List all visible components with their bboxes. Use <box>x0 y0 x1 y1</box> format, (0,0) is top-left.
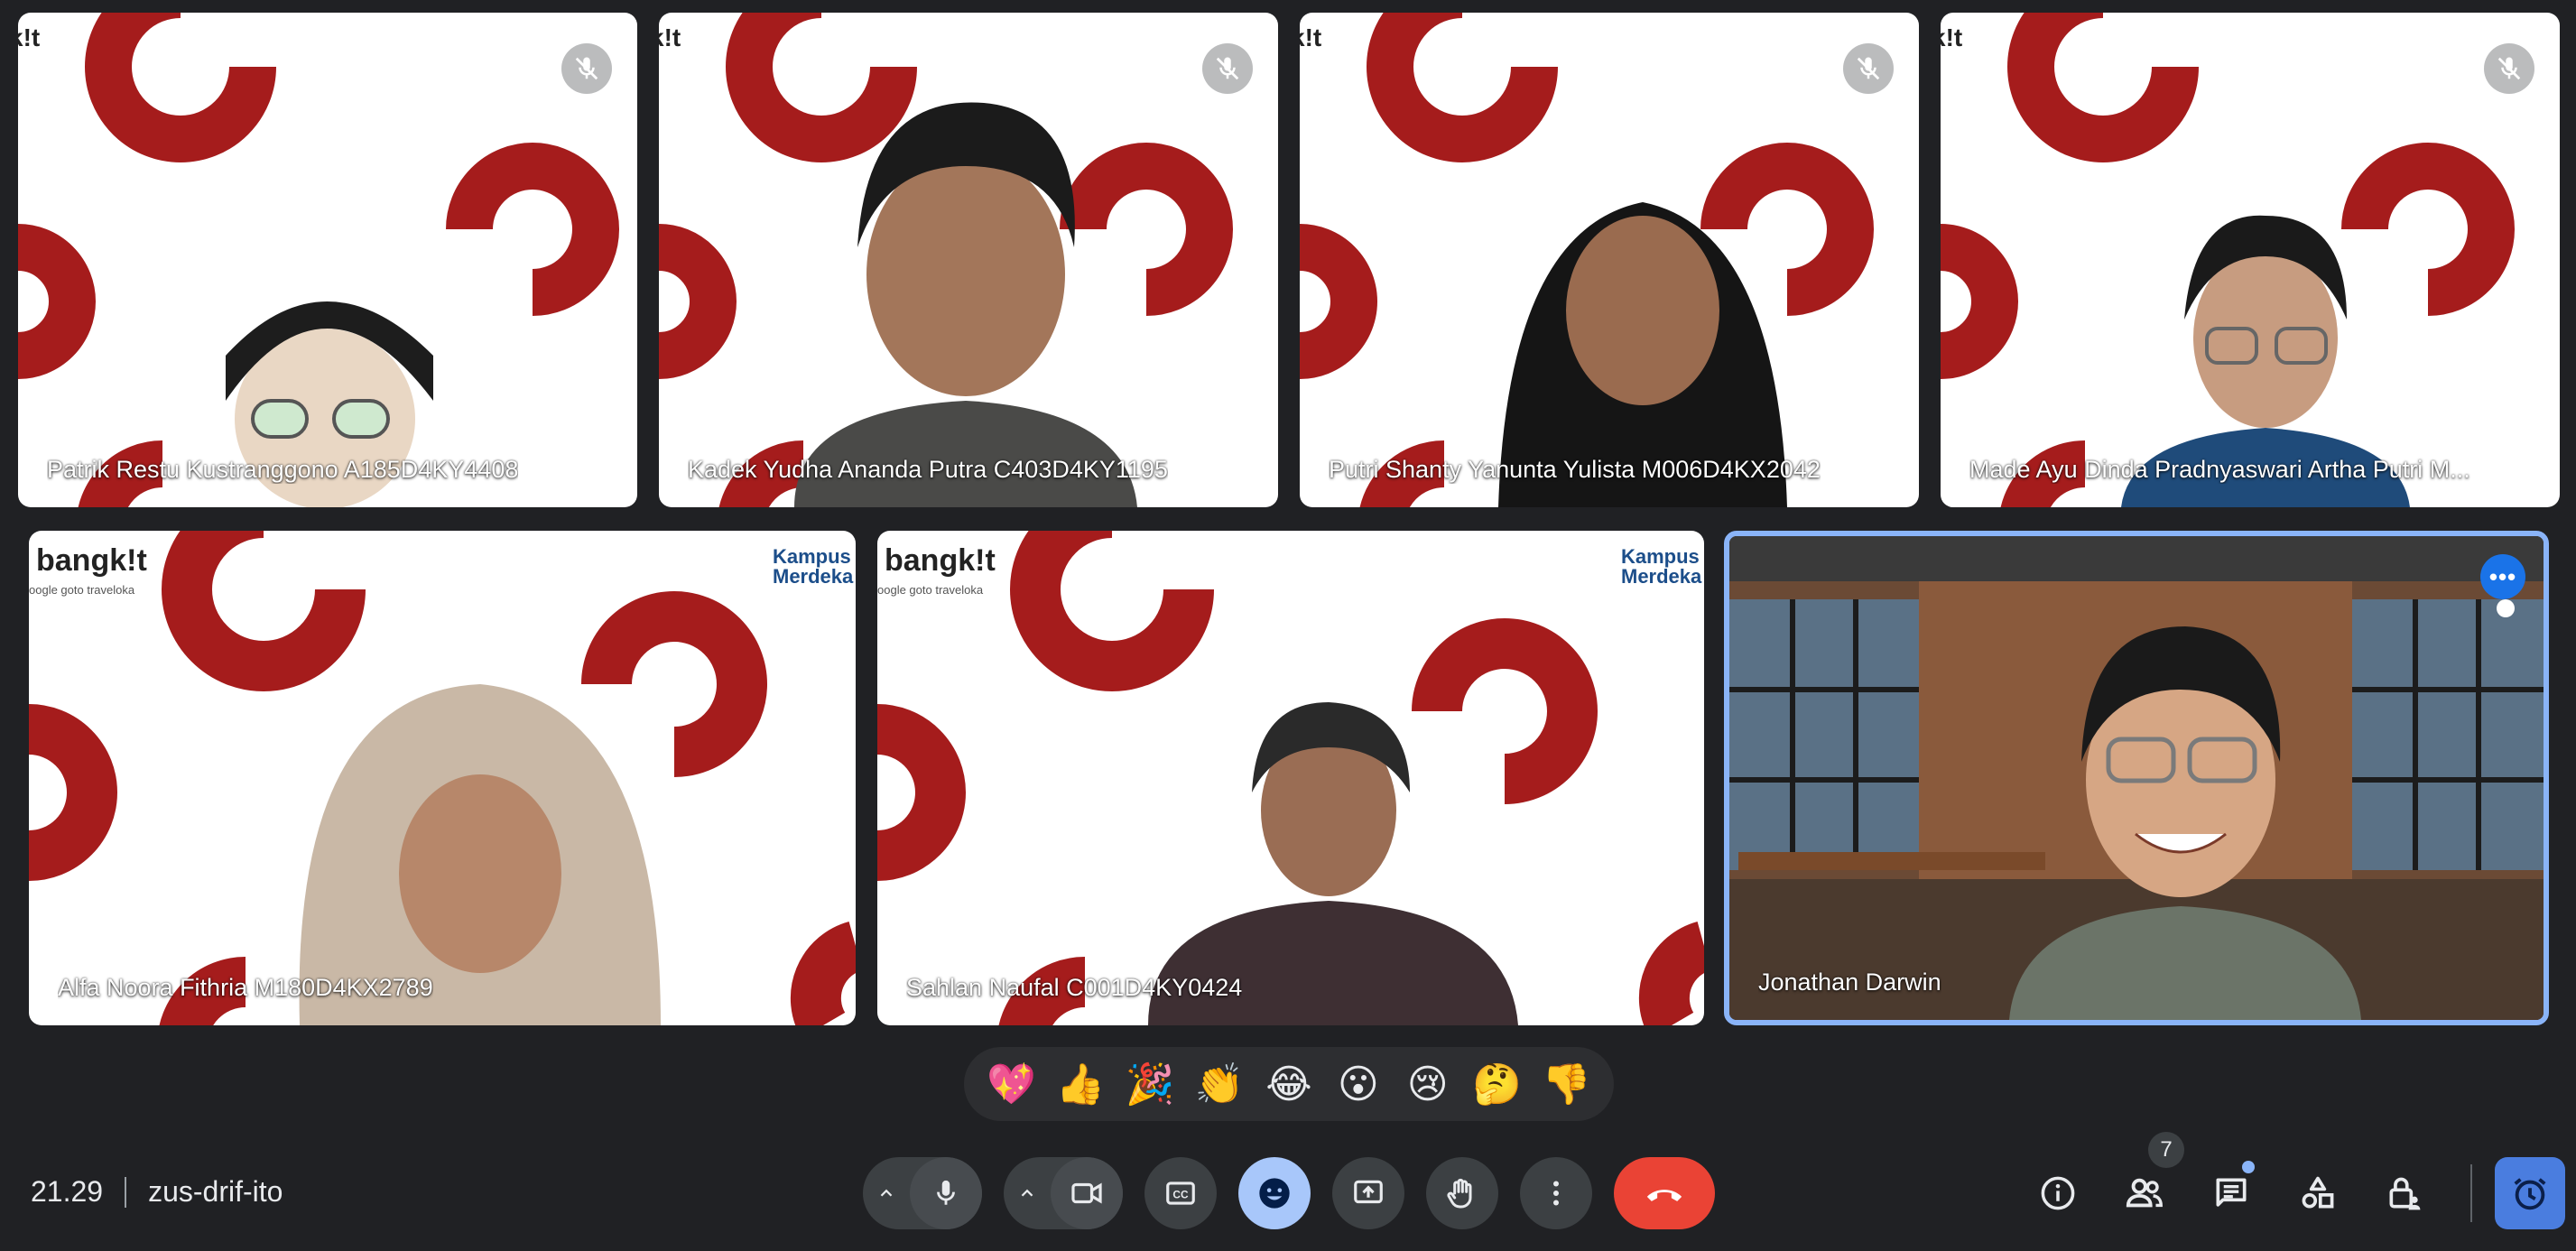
reaction-clapping[interactable]: 👏 <box>1188 1061 1251 1107</box>
lock-person-icon <box>2389 1177 2421 1210</box>
reactions-bar: 💖 👍 🎉 👏 😂 😮 😢 🤔 👎 <box>964 1047 1614 1121</box>
chevron-up-icon <box>880 1189 893 1197</box>
mic-off-icon <box>575 57 598 80</box>
closed-captions-icon: CC <box>1166 1182 1195 1205</box>
virtual-background-office <box>1729 536 2544 1020</box>
brand-logo-text: k!t <box>1941 23 1963 51</box>
participant-name: Jonathan Darwin <box>1758 968 1941 996</box>
camera-options-chevron[interactable] <box>1004 1183 1051 1203</box>
tile-more-options-button[interactable]: ••• <box>2480 554 2525 599</box>
meeting-details-button[interactable] <box>2022 1157 2094 1229</box>
brand-logo-text: k!t <box>18 23 41 51</box>
chevron-up-icon <box>1021 1189 1033 1197</box>
more-vert-icon <box>1553 1181 1559 1206</box>
participant-tile-self[interactable]: ••• Jonathan Darwin <box>1724 531 2549 1025</box>
muted-indicator <box>1843 43 1894 94</box>
mic-options-chevron[interactable] <box>863 1183 910 1203</box>
bangkit-logo: bangk!t <box>885 543 996 578</box>
svg-text:CC: CC <box>1172 1189 1189 1201</box>
chat-notification-dot <box>2242 1161 2255 1173</box>
participant-name: Putri Shanty Yanunta Yulista M006D4KX204… <box>1329 456 1821 483</box>
more-options-button[interactable] <box>1520 1157 1592 1229</box>
bangkit-partners: oogle goto traveloka <box>877 583 984 597</box>
people-icon <box>2126 1178 2163 1208</box>
participant-name: Made Ayu Dinda Pradnyaswari Artha Putri … <box>1969 456 2470 483</box>
mic-off-icon <box>1857 57 1880 80</box>
reaction-thumbs-down[interactable]: 👎 <box>1534 1061 1598 1107</box>
raise-hand-button[interactable] <box>1426 1157 1498 1229</box>
muted-indicator <box>2484 43 2534 94</box>
participant-name: Kadek Yudha Ananda Putra C403D4KY1195 <box>688 456 1168 483</box>
muted-indicator <box>561 43 612 94</box>
camera-icon <box>1071 1182 1102 1204</box>
meeting-info: 21.29 zus-drif-ito <box>31 1175 283 1209</box>
brand-logo-text: k!t <box>659 23 681 51</box>
participant-tile-4[interactable]: k!t Made Ayu Dinda Pradnyaswari Artha Pu… <box>1941 13 2560 507</box>
bangkit-logo: bangk!t <box>36 543 147 578</box>
reactions-button[interactable] <box>1238 1157 1311 1229</box>
mic-control-group <box>863 1157 982 1229</box>
reaction-thumbs-up[interactable]: 👍 <box>1049 1061 1112 1107</box>
participant-name: Sahlan Naufal C001D4KY0424 <box>906 974 1243 1001</box>
participant-tile-5[interactable]: bangk!t oogle goto traveloka Kampus Merd… <box>29 531 856 1025</box>
participant-tile-6[interactable]: bangk!t oogle goto traveloka Kampus Merd… <box>877 531 1704 1025</box>
people-button[interactable] <box>2108 1157 2181 1229</box>
chat-icon <box>2216 1178 2247 1207</box>
participant-tile-3[interactable]: k!t Putri Shanty Yanunta Yulista M006D4K… <box>1300 13 1919 507</box>
reaction-party-popper[interactable]: 🎉 <box>1118 1061 1181 1107</box>
leave-call-button[interactable] <box>1614 1157 1715 1229</box>
hand-icon <box>1447 1178 1472 1209</box>
camera-button[interactable] <box>1051 1157 1123 1229</box>
present-screen-button[interactable] <box>1332 1157 1404 1229</box>
background-pattern <box>1300 13 1874 507</box>
toolbar-divider <box>2470 1164 2472 1222</box>
mic-button[interactable] <box>910 1157 982 1229</box>
reaction-surprised[interactable]: 😮 <box>1327 1061 1390 1107</box>
meeting-info-divider <box>125 1176 127 1208</box>
reaction-sparkling-heart[interactable]: 💖 <box>979 1061 1042 1107</box>
meeting-time: 21.29 <box>31 1175 104 1208</box>
shapes-icon <box>2302 1176 2334 1209</box>
background-pattern <box>18 13 619 507</box>
mic-off-icon <box>1216 57 1239 80</box>
alarm-clock-icon <box>2514 1178 2546 1210</box>
end-call-icon <box>1646 1190 1682 1201</box>
host-controls-button[interactable] <box>2368 1157 2441 1229</box>
more-horiz-icon: ••• <box>2488 562 2517 590</box>
timer-button[interactable] <box>2495 1157 2565 1229</box>
muted-indicator <box>1202 43 1253 94</box>
reaction-thinking[interactable]: 🤔 <box>1466 1061 1529 1107</box>
captions-button[interactable]: CC <box>1144 1157 1217 1229</box>
participant-name: Alfa Noora Fithria M180D4KX2789 <box>58 974 433 1001</box>
background-pattern <box>659 13 1233 507</box>
participant-tile-2[interactable]: k!t Kadek Yudha Ananda Putra C403D4KY119… <box>659 13 1278 507</box>
participant-tile-1[interactable]: k!t Patrik Restu Kustranggono A185D4KY44… <box>18 13 637 507</box>
chat-button[interactable] <box>2195 1157 2267 1229</box>
kampus-merdeka-logo: Kampus Merdeka <box>773 547 854 587</box>
present-icon <box>1354 1180 1383 1204</box>
kampus-merdeka-logo: Kampus Merdeka <box>1621 547 1702 587</box>
bangkit-partners: oogle goto traveloka <box>29 583 135 597</box>
meeting-code: zus-drif-ito <box>148 1175 283 1208</box>
background-pattern <box>1941 13 2515 507</box>
emoji-icon <box>1259 1178 1290 1209</box>
brand-logo-text: k!t <box>1300 23 1322 51</box>
background-pattern <box>29 531 856 1025</box>
participant-name: Patrik Restu Kustranggono A185D4KY4408 <box>47 456 519 483</box>
mic-off-icon <box>2497 57 2521 80</box>
info-icon <box>2041 1176 2075 1210</box>
background-pattern <box>877 531 1704 1025</box>
reaction-tears-of-joy[interactable]: 😂 <box>1257 1061 1320 1107</box>
camera-control-group <box>1004 1157 1123 1229</box>
reaction-crying[interactable]: 😢 <box>1396 1061 1459 1107</box>
activities-button[interactable] <box>2282 1157 2354 1229</box>
mic-icon <box>937 1180 955 1205</box>
